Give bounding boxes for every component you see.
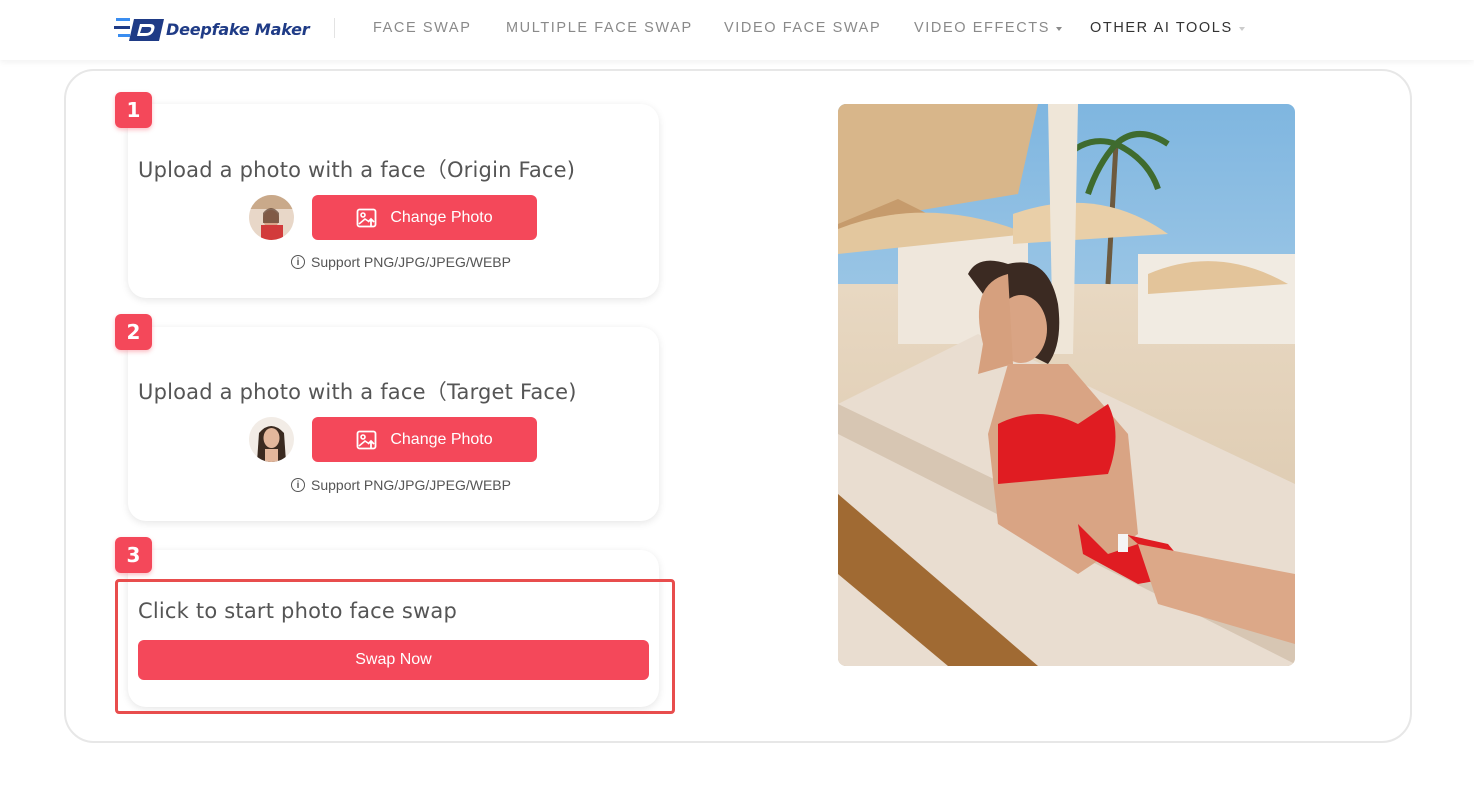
change-photo-button[interactable]: Change Photo: [312, 417, 537, 462]
image-upload-icon: [356, 208, 377, 227]
support-text: Support PNG/JPG/JPEG/WEBP: [311, 254, 511, 270]
logo[interactable]: Deepfake Maker: [114, 12, 310, 46]
nav-video-effects[interactable]: VIDEO EFFECTS: [914, 20, 1063, 36]
swap-now-button[interactable]: Swap Now: [138, 640, 649, 680]
image-upload-icon: [356, 430, 377, 449]
nav-label: VIDEO EFFECTS: [914, 20, 1051, 36]
nav-multiple-face-swap[interactable]: MULTIPLE FACE SWAP: [506, 20, 693, 36]
step-2-card: Upload a photo with a face（Target Face) …: [128, 327, 659, 521]
step-1-card: Upload a photo with a face（Origin Face) …: [128, 104, 659, 298]
step-3-badge: 3: [115, 537, 152, 573]
origin-face-thumbnail: [249, 195, 294, 240]
nav-other-ai-tools[interactable]: OTHER AI TOOLS: [1090, 20, 1245, 36]
nav-label: VIDEO FACE SWAP: [724, 20, 882, 36]
step-title: Upload a photo with a face（Origin Face): [138, 158, 576, 182]
caret-down-icon: [1238, 27, 1245, 31]
nav-face-swap[interactable]: FACE SWAP: [373, 20, 471, 36]
step-title: Upload a photo with a face（Target Face): [138, 380, 577, 404]
support-formats: i Support PNG/JPG/JPEG/WEBP: [291, 477, 511, 493]
info-icon: i: [291, 255, 305, 269]
nav-label: MULTIPLE FACE SWAP: [506, 20, 693, 36]
target-face-thumbnail: [249, 417, 294, 462]
logo-text: Deepfake Maker: [166, 19, 310, 39]
top-navbar: Deepfake Maker FACE SWAP MULTIPLE FACE S…: [0, 0, 1474, 60]
step-1-badge: 1: [115, 92, 152, 128]
button-label: Change Photo: [390, 208, 493, 226]
step-2-badge: 2: [115, 314, 152, 350]
nav-video-face-swap[interactable]: VIDEO FACE SWAP: [724, 20, 881, 36]
support-text: Support PNG/JPG/JPEG/WEBP: [311, 477, 511, 493]
button-label: Change Photo: [390, 430, 493, 448]
nav-label: OTHER AI TOOLS: [1090, 20, 1233, 36]
info-icon: i: [291, 478, 305, 492]
nav-label: FACE SWAP: [373, 20, 472, 36]
support-formats: i Support PNG/JPG/JPEG/WEBP: [291, 254, 511, 270]
change-photo-button[interactable]: Change Photo: [312, 195, 537, 240]
header-divider: [334, 18, 335, 38]
result-preview-image: [838, 104, 1295, 666]
logo-icon: [114, 18, 164, 41]
caret-down-icon: [1056, 27, 1063, 31]
